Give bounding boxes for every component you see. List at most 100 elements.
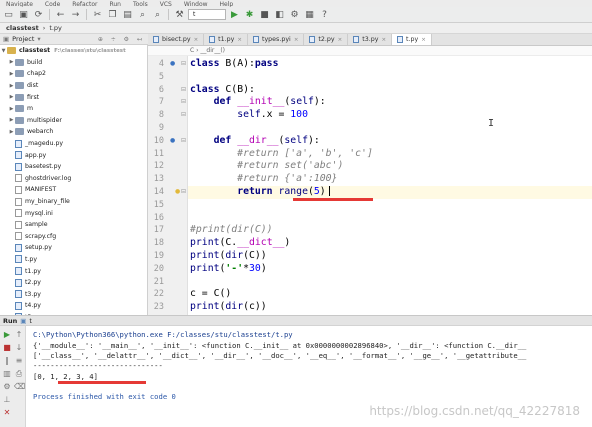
chevron-down-icon[interactable]: ▾ — [37, 35, 40, 43]
editor-tab[interactable]: t1.py × — [204, 34, 248, 45]
save-icon[interactable]: ▣ — [17, 9, 30, 21]
close-icon[interactable]: × — [381, 37, 386, 43]
clear-icon[interactable]: ⌫ — [14, 382, 25, 391]
override-marker-icon[interactable]: ● — [170, 58, 175, 71]
chevron-right-icon[interactable]: ▶ — [8, 129, 15, 135]
tree-file[interactable]: mysql.ini — [0, 207, 147, 219]
run-console[interactable]: C:\Python\Python366\python.exe F:/classe… — [26, 326, 592, 427]
tree-file[interactable]: sample — [0, 219, 147, 231]
tree-file[interactable]: MANIFEST — [0, 184, 147, 196]
editor-tab[interactable]: bisect.py × — [148, 34, 205, 45]
fold-icon[interactable]: ⊟ — [181, 84, 186, 97]
code-line[interactable]: #print(dir(C)) — [188, 224, 592, 237]
code-line[interactable] — [188, 212, 592, 225]
debug-icon[interactable]: ✱ — [243, 9, 256, 21]
tree-file[interactable]: t2.py — [0, 277, 147, 289]
intention-bulb-icon[interactable]: ● — [175, 186, 180, 199]
tree-file[interactable]: ghostdriver.log — [0, 173, 147, 185]
breadcrumb-project[interactable]: classtest — [2, 24, 43, 32]
stop-run-icon[interactable]: ■ — [2, 343, 12, 352]
settings-icon[interactable]: ⚙ — [288, 9, 301, 21]
pause-icon[interactable]: ‖ — [2, 356, 12, 365]
stop-icon[interactable]: ■ — [258, 9, 271, 21]
code-line[interactable]: #return ['a', 'b', 'c'] — [188, 148, 592, 161]
code-line[interactable]: return range(5) — [188, 186, 592, 199]
tree-folder[interactable]: ▶ chap2 — [0, 68, 147, 80]
code-line[interactable] — [188, 71, 592, 84]
code-line[interactable]: class B(A):pass — [188, 58, 592, 71]
override-marker-icon[interactable]: ● — [170, 135, 175, 148]
sync-icon[interactable]: ⟳ — [32, 9, 45, 21]
tree-file[interactable]: my_binary_file — [0, 196, 147, 208]
rerun-icon[interactable]: ▶ — [2, 330, 12, 339]
run-icon[interactable]: ▶ — [228, 9, 241, 21]
chevron-right-icon[interactable]: ▶ — [8, 117, 15, 123]
build-icon[interactable]: ⚒ — [173, 9, 186, 21]
close-icon[interactable]: × — [421, 37, 426, 43]
fold-icon[interactable]: ⊟ — [181, 135, 186, 148]
tree-folder[interactable]: ▶ build — [0, 57, 147, 69]
code-editor[interactable]: class B(A):pass class C(B): def __init__(… — [188, 56, 592, 315]
fold-icon[interactable]: ⊟ — [181, 186, 186, 199]
chevron-right-icon[interactable]: ▶ — [8, 106, 15, 112]
tree-folder[interactable]: ▶ m — [0, 103, 147, 115]
tree-folder[interactable]: ▶ first — [0, 91, 147, 103]
find-icon[interactable]: ⌕ — [136, 9, 149, 21]
replace-icon[interactable]: ⌕ — [151, 9, 164, 21]
tree-file[interactable]: basetest.py — [0, 161, 147, 173]
tree-folder[interactable]: ▶ dist — [0, 80, 147, 92]
tree-file[interactable]: t.py — [0, 254, 147, 266]
pin-icon[interactable]: ⊥ — [2, 395, 12, 404]
run-config-name[interactable]: t — [29, 317, 32, 325]
editor-tab[interactable]: types.pyi × — [248, 34, 305, 45]
code-line[interactable] — [188, 199, 592, 212]
tree-file[interactable]: t3.py — [0, 288, 147, 300]
project-panel-title[interactable]: Project — [12, 35, 34, 43]
dump-icon[interactable]: ▥ — [2, 369, 12, 378]
soft-wrap-icon[interactable]: ≡ — [14, 356, 24, 365]
folder-open-icon[interactable]: ▭ — [2, 9, 15, 21]
code-line[interactable]: print(dir(C)) — [188, 250, 592, 263]
run-config-select[interactable]: t — [188, 9, 226, 20]
chevron-down-icon[interactable]: ▼ — [0, 48, 7, 54]
code-line[interactable]: #return set('abc') — [188, 160, 592, 173]
code-line[interactable]: #return {'a':100} — [188, 173, 592, 186]
tree-file[interactable]: _magedu.py — [0, 138, 147, 150]
tree-file[interactable]: app.py — [0, 149, 147, 161]
structure-icon[interactable]: ▦ — [303, 9, 316, 21]
copy-icon[interactable]: ❐ — [106, 9, 119, 21]
run-panel-label[interactable]: Run — [3, 317, 17, 325]
editor-tab[interactable]: t3.py × — [348, 34, 393, 45]
coverage-icon[interactable]: ◧ — [273, 9, 286, 21]
settings-icon[interactable]: ⚙ — [2, 382, 12, 391]
chevron-right-icon[interactable]: ▶ — [8, 83, 15, 89]
scroll-down-icon[interactable]: ↓ — [14, 343, 24, 352]
scroll-up-icon[interactable]: ↑ — [14, 330, 24, 339]
code-line[interactable]: print(dir(c)) — [188, 301, 592, 314]
close-icon[interactable]: × — [237, 37, 242, 43]
tree-root[interactable]: ▼ classtest F:\classes\stu\classtest — [0, 45, 147, 57]
forward-icon[interactable]: → — [69, 9, 82, 21]
code-line[interactable]: def __dir__(self): — [188, 135, 592, 148]
close-icon[interactable]: ✕ — [2, 408, 12, 417]
code-line[interactable]: c = C() — [188, 288, 592, 301]
cut-icon[interactable]: ✂ — [91, 9, 104, 21]
chevron-right-icon[interactable]: ▶ — [8, 59, 15, 65]
breadcrumb-file[interactable]: t.py — [45, 24, 66, 32]
tree-file[interactable]: setup.py — [0, 242, 147, 254]
close-icon[interactable]: × — [194, 37, 199, 43]
tree-folder[interactable]: ▶ multispider — [0, 115, 147, 127]
code-line[interactable] — [188, 122, 592, 135]
tree-file[interactable]: scrapy.cfg — [0, 231, 147, 243]
fold-icon[interactable]: ⊟ — [181, 96, 186, 109]
chevron-right-icon[interactable]: ▶ — [8, 94, 15, 100]
tree-file[interactable]: t4.py — [0, 300, 147, 312]
code-line[interactable]: def __init__(self): — [188, 96, 592, 109]
code-line[interactable]: self.x = 100 — [188, 109, 592, 122]
paste-icon[interactable]: ▤ — [121, 9, 134, 21]
close-icon[interactable]: × — [338, 37, 343, 43]
tree-file[interactable]: t1.py — [0, 265, 147, 277]
code-line[interactable]: class C(B): — [188, 84, 592, 97]
code-line[interactable]: print('-'*30) — [188, 263, 592, 276]
panel-actions-icon[interactable]: ⊕ ÷ ⚙ ↤ — [98, 36, 148, 43]
